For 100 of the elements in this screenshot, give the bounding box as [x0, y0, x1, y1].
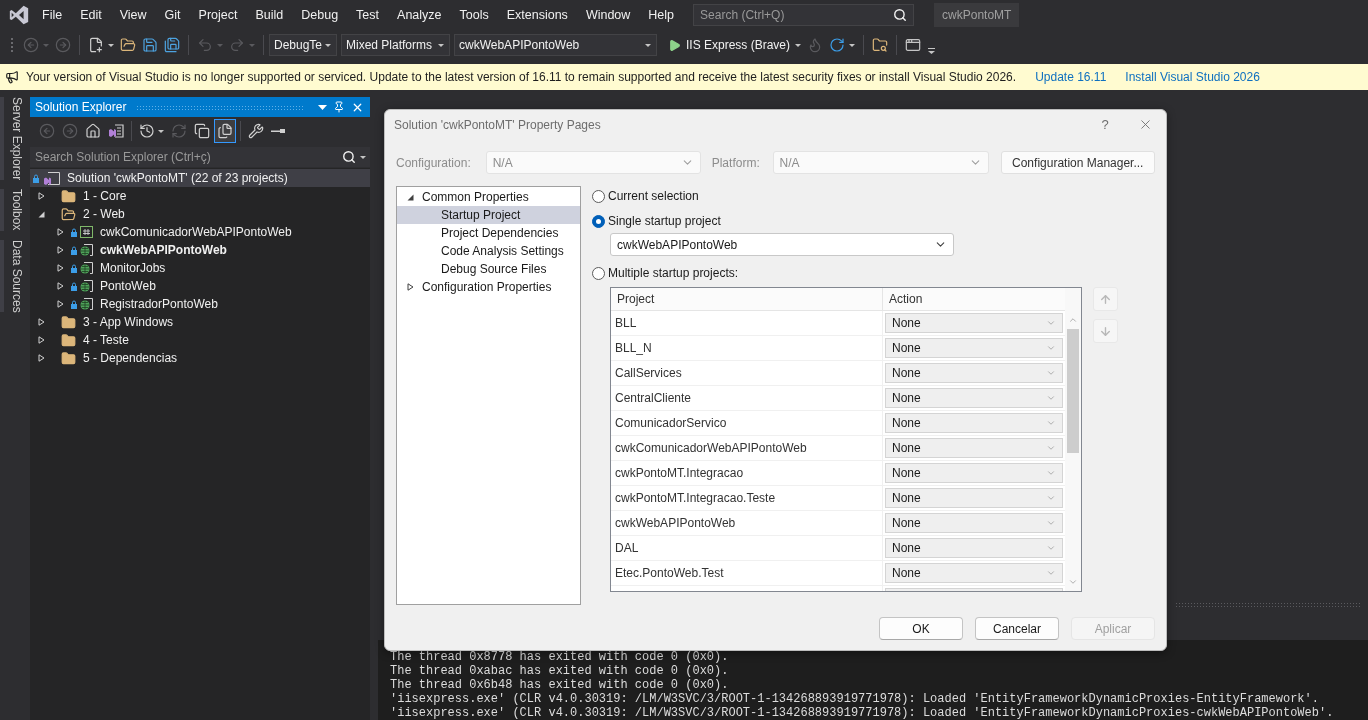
menu-item[interactable]: Edit	[71, 5, 111, 25]
megaphone-icon	[5, 70, 19, 84]
overflow-icon	[928, 48, 936, 54]
radio-button[interactable]: Single startup project	[592, 212, 721, 230]
radio-button[interactable]: Current selection	[592, 187, 699, 205]
tree-item[interactable]: Solution 'cwkPontoMT' (22 of 23 projects)	[30, 169, 370, 187]
tree-item[interactable]: RegistradorPontoWeb	[30, 295, 370, 313]
undo-icon	[197, 37, 213, 53]
globe-icon	[80, 262, 93, 274]
tree-item[interactable]: 2 - Web	[30, 205, 370, 223]
column-header[interactable]: Project	[611, 288, 883, 310]
arrow-up-icon	[1099, 292, 1112, 306]
output-line: 'iisexpress.exe' (CLR v4.0.30319: /LM/W3SVC/3/ROOT-1-134268893919771978): Loaded 'EntityFrameworkDynamicProxies-cwkWebAPIPontoWeb'.	[390, 706, 1335, 720]
tree-item[interactable]: 5 - Dependencias	[30, 349, 370, 367]
column-header[interactable]: Action	[883, 288, 1065, 310]
wrench-icon	[248, 123, 264, 139]
tree-item[interactable]: 4 - Teste	[30, 331, 370, 349]
menu-item[interactable]: Help	[639, 5, 684, 25]
expanded-triangle-icon[interactable]	[38, 210, 45, 218]
menu-item[interactable]: Build	[246, 5, 293, 25]
search-field[interactable]: Search Solution Explorer (Ctrl+ç)	[30, 147, 370, 167]
scroll-thumb[interactable]	[1067, 329, 1079, 453]
scrollbar[interactable]	[1065, 288, 1081, 591]
table-cell: Etec.PontoWeb.Test	[611, 561, 883, 585]
folder-icon	[61, 188, 76, 204]
chevron-down-icon	[1046, 393, 1056, 403]
dropdown[interactable]: Mixed Platforms	[341, 34, 450, 56]
dropdown[interactable]: cwkWebAPIPontoWeb	[610, 233, 954, 256]
search-field[interactable]: Search (Ctrl+Q)	[693, 4, 915, 26]
notification-link[interactable]: Update 16.11	[1035, 68, 1107, 86]
dropdown[interactable]: None	[885, 313, 1063, 333]
tree-item[interactable]: cwkWebAPIPontoWeb	[30, 241, 370, 259]
output-line: The thread 0x6b48 has exited with code 0 (0x0).	[390, 678, 730, 692]
caret-icon	[645, 43, 651, 47]
dropdown[interactable]: None	[885, 563, 1063, 583]
open-folder-icon	[120, 37, 136, 53]
dropdown[interactable]: None	[885, 338, 1063, 358]
nav-item[interactable]: Debug Source Files	[397, 260, 580, 278]
dropdown[interactable]: None	[885, 488, 1063, 508]
panel-title: Solution Explorer	[35, 99, 127, 116]
tree-item[interactable]: 3 - App Windows	[30, 313, 370, 331]
menu-item[interactable]: File	[33, 5, 72, 25]
files-icon	[217, 123, 233, 139]
menu-item[interactable]: Test	[347, 5, 389, 25]
nav-item[interactable]: Project Dependencies	[397, 224, 580, 242]
lock-icon	[33, 173, 39, 183]
dialog-button[interactable]: OK	[879, 617, 963, 640]
dropdown[interactable]: None	[885, 413, 1063, 433]
dropdown[interactable]: None	[885, 463, 1063, 483]
menu-item[interactable]: Analyze	[388, 5, 451, 25]
tree-item[interactable]: PontoWeb	[30, 277, 370, 295]
caret-icon	[43, 43, 49, 47]
dialog-button[interactable]: Cancelar	[975, 617, 1059, 640]
menu-item[interactable]: View	[110, 5, 156, 25]
dropdown[interactable]: DebugTe	[269, 34, 337, 56]
dropdown[interactable]: None	[885, 438, 1063, 458]
notification-link[interactable]: Install Visual Studio 2026	[1125, 68, 1260, 86]
menu-item[interactable]: Extensions	[497, 5, 577, 25]
refresh-icon	[829, 37, 846, 53]
pin-icon	[333, 101, 345, 113]
search-icon	[342, 150, 356, 164]
tree-item[interactable]: cwkComunicadorWebAPIPontoWeb	[30, 223, 370, 241]
table-cell: cwkPontoMT.Integracao.Teste	[611, 486, 883, 510]
dialog-title: Solution 'cwkPontoMT' Property Pages	[394, 116, 602, 134]
chevron-down-icon	[1046, 418, 1056, 428]
dash-icon	[271, 129, 285, 133]
output-line: The thread 0xabac has exited with code 0 (0x0).	[390, 664, 730, 678]
globe-icon	[80, 280, 93, 292]
caret-icon	[158, 129, 164, 133]
expanded-triangle-icon[interactable]	[407, 193, 414, 201]
dropdown[interactable]: None	[885, 388, 1063, 408]
sync-arrows-icon	[171, 123, 187, 139]
nav-item[interactable]: Code Analysis Settings	[397, 242, 580, 260]
copy-icon	[194, 123, 210, 139]
nav-item[interactable]: Configuration Properties	[397, 278, 580, 296]
folder-search-icon	[872, 37, 889, 53]
dropdown[interactable]: None	[885, 538, 1063, 558]
menu-item[interactable]: Project	[189, 5, 247, 25]
notification-message: Your version of Visual Studio is no longer supported or serviced. Update to the latest version of 16.11 to remain supported and receive the latest security fixes or install Visual Studio 2026.	[26, 69, 1017, 86]
output-line: 'iisexpress.exe' (CLR v4.0.30319: /LM/W3SVC/3/ROOT-1-134268893919771978): Loaded 'EntityFrameworkDynamicProxies-EntityFramework'.	[390, 692, 1320, 706]
toolbar-button[interactable]	[214, 119, 236, 143]
help-button[interactable]: ?	[1094, 113, 1116, 136]
radio-button[interactable]: Multiple startup projects:	[592, 264, 739, 282]
menu-item[interactable]: Git	[155, 5, 190, 25]
caret-icon	[849, 43, 856, 47]
configuration-manager-button[interactable]: Configuration Manager...	[1000, 151, 1155, 174]
dropdown[interactable]: cwkWebAPIPontoWeb	[454, 34, 657, 56]
collapsed-triangle-icon[interactable]	[407, 283, 414, 291]
dropdown[interactable]: None	[885, 363, 1063, 383]
chevron-down-icon	[1046, 368, 1056, 378]
nav-item[interactable]: Startup Project	[397, 206, 580, 224]
run-button[interactable]: IIS Express (Brave)	[665, 34, 805, 56]
tree-item[interactable]: 1 - Core	[30, 187, 370, 205]
menu-item[interactable]: Tools	[450, 5, 498, 25]
dropdown[interactable]: None	[885, 513, 1063, 533]
nav-item[interactable]: Common Properties	[397, 188, 580, 206]
menu-item[interactable]: Debug	[292, 5, 348, 25]
tree-item[interactable]: MonitorJobs	[30, 259, 370, 277]
menu-item[interactable]: Window	[576, 5, 640, 25]
configuration-label: Configuration:	[396, 154, 472, 172]
